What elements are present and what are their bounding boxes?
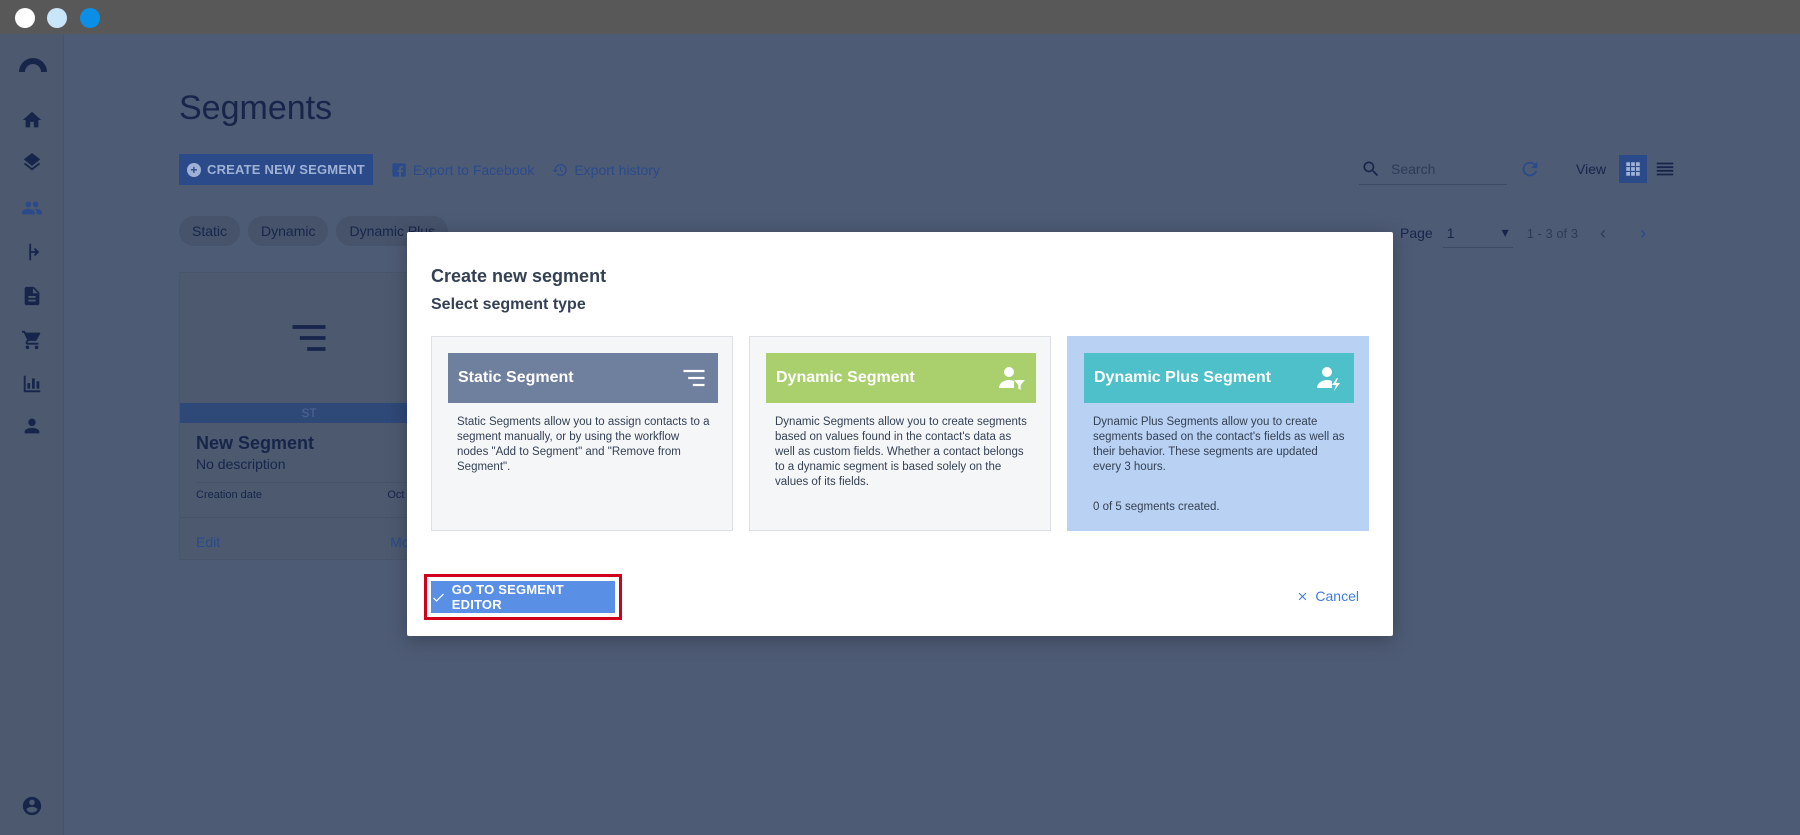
export-to-facebook-link[interactable]: Export to Facebook — [391, 162, 534, 178]
pagination: Page 1 ▾ 1 - 3 of 3 ‹ › — [1400, 218, 1658, 248]
window-title-bar — [0, 0, 1800, 34]
card-meta: Creation date Oct 11, — [196, 482, 422, 501]
facebook-icon — [392, 162, 406, 177]
document-icon[interactable] — [20, 284, 44, 308]
chevron-down-icon: ▾ — [1501, 224, 1509, 240]
toolbar: + CREATE NEW SEGMENT Export to Facebook … — [179, 154, 660, 185]
contacts-icon[interactable] — [20, 196, 44, 220]
window-maximize-button[interactable] — [80, 8, 100, 28]
check-icon — [433, 593, 444, 602]
grid-view-button[interactable] — [1619, 155, 1647, 183]
refresh-icon[interactable] — [1519, 158, 1541, 180]
cancel-label: Cancel — [1315, 588, 1359, 604]
dynamic-segment-title: Dynamic Segment — [776, 369, 915, 386]
user-icon[interactable] — [20, 414, 44, 438]
user-bolt-icon — [1317, 367, 1340, 391]
workflow-icon[interactable] — [20, 240, 44, 264]
dynamic-plus-segment-title: Dynamic Plus Segment — [1094, 369, 1271, 386]
close-icon — [1299, 592, 1307, 600]
chart-icon[interactable] — [20, 372, 44, 396]
segment-card[interactable]: ST New Segment No description Creation d… — [179, 272, 439, 560]
static-segment-description: Static Segments allow you to assign cont… — [457, 416, 710, 473]
card-edit-link[interactable]: Edit — [196, 534, 220, 550]
static-segment-option[interactable]: Static Segment Static Segments allow you… — [431, 336, 733, 531]
list-view-button[interactable] — [1654, 158, 1676, 180]
page-select[interactable]: 1 ▾ — [1442, 218, 1513, 248]
sidebar — [0, 34, 64, 835]
creation-date-label: Creation date — [196, 489, 263, 501]
card-name: New Segment — [196, 433, 315, 453]
filter-dynamic[interactable]: Dynamic — [248, 216, 329, 246]
dynamic-plus-segment-option[interactable]: Dynamic Plus Segment Dynamic Plus Segmen… — [1067, 336, 1369, 531]
modal-title: Create new segment — [431, 266, 607, 286]
page-label: Page — [1400, 225, 1433, 241]
export-history-link[interactable]: Export history — [552, 162, 660, 178]
page-select-value: 1 — [1446, 224, 1455, 241]
cancel-button[interactable]: Cancel — [1296, 588, 1359, 604]
next-page-icon[interactable]: › — [1628, 223, 1658, 244]
create-segment-modal: Create new segment Select segment type S… — [407, 232, 1393, 636]
card-description: No description — [196, 456, 286, 472]
static-segment-title: Static Segment — [458, 369, 574, 386]
view-label: View — [1576, 161, 1607, 177]
lines-icon — [683, 369, 705, 387]
logo-icon — [19, 58, 47, 72]
create-new-segment-button[interactable]: + CREATE NEW SEGMENT — [179, 154, 373, 185]
page-title: Segments — [179, 89, 333, 127]
lines-icon — [292, 325, 326, 351]
history-icon — [552, 163, 568, 176]
go-to-segment-editor-label: GO TO SEGMENT EDITOR — [451, 582, 564, 612]
cart-icon[interactable] — [20, 328, 44, 352]
prev-page-icon[interactable]: ‹ — [1588, 223, 1618, 244]
layers-icon[interactable] — [20, 152, 44, 176]
export-history-label: Export history — [574, 161, 660, 178]
dynamic-plus-segment-count: 0 of 5 segments created. — [1093, 501, 1220, 513]
segment-type-options: Static Segment Static Segments allow you… — [431, 336, 1369, 531]
dynamic-segment-header: Dynamic Segment — [766, 353, 1036, 403]
account-icon[interactable] — [20, 794, 44, 818]
search-input[interactable] — [1391, 160, 1491, 177]
create-new-segment-label: CREATE NEW SEGMENT — [207, 162, 365, 177]
home-icon[interactable] — [20, 108, 44, 132]
window-minimize-button[interactable] — [47, 8, 67, 28]
dynamic-plus-segment-header: Dynamic Plus Segment — [1084, 353, 1354, 403]
search-box — [1359, 153, 1507, 185]
user-filter-icon — [999, 367, 1025, 390]
card-type-band: ST — [180, 403, 438, 423]
modal-subtitle: Select segment type — [431, 296, 586, 313]
go-to-segment-editor-button[interactable]: GO TO SEGMENT EDITOR — [431, 581, 615, 613]
search-icon — [1363, 161, 1379, 176]
card-actions: Edit More — [180, 517, 438, 550]
filter-static[interactable]: Static — [179, 216, 241, 246]
dynamic-plus-segment-description: Dynamic Plus Segments allow you to creat… — [1093, 416, 1345, 473]
dynamic-segment-description: Dynamic Segments allow you to create seg… — [775, 416, 1027, 488]
static-segment-header: Static Segment — [448, 353, 718, 403]
window-close-button[interactable] — [15, 8, 35, 28]
page-range: 1 - 3 of 3 — [1526, 225, 1579, 241]
plus-icon: + — [187, 162, 201, 177]
export-to-facebook-label: Export to Facebook — [412, 161, 535, 178]
grid-icon — [1626, 162, 1640, 176]
dynamic-segment-option[interactable]: Dynamic Segment Dynamic Segments allow y… — [749, 336, 1051, 531]
card-icon-area — [180, 273, 438, 403]
list-icon — [1656, 162, 1674, 176]
